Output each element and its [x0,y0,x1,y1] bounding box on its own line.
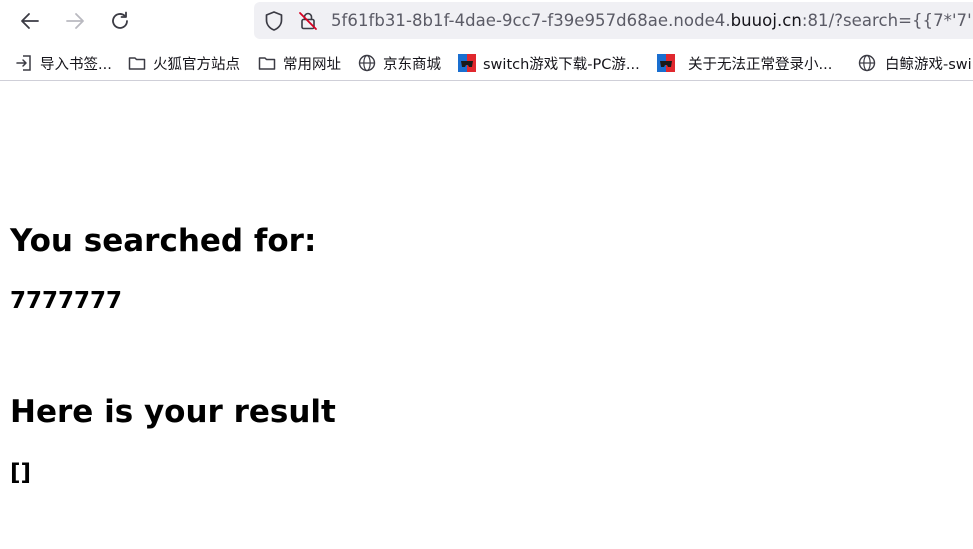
url-host: buuoj.cn [730,11,802,30]
bookmark-firefox-sites[interactable]: 火狐官方站点 [128,53,240,73]
insecure-lock-icon[interactable] [297,10,319,36]
url-suffix: :81/?search={{7*'7'}} [801,11,973,30]
forward-button[interactable] [62,8,88,34]
bookmark-login-help[interactable]: 关于无法正常登录小... [657,53,832,73]
reload-button[interactable] [107,8,133,34]
page-content: You searched for: 7777777 Here is your r… [0,81,973,549]
folder-icon [128,54,146,72]
bookmark-label: 导入书签... [40,56,112,73]
gamepad-icon [657,54,675,72]
forward-arrow-icon [66,13,84,29]
bookmark-switch-games[interactable]: switch游戏下载-PC游... [458,53,640,73]
bookmark-label: 关于无法正常登录小... [688,56,833,73]
bookmark-label: switch游戏下载-PC游... [483,56,640,73]
bookmark-jd[interactable]: 京东商城 [358,53,441,73]
globe-icon [358,54,376,72]
reload-icon [112,11,128,29]
bookmark-import[interactable]: 导入书签... [15,53,112,73]
bookmark-label: 京东商城 [383,56,441,73]
address-bar[interactable]: 5f61fb31-8b1f-4dae-9cc7-f39e957d68ae.nod… [254,2,973,39]
result-heading: Here is your result [10,394,336,430]
bookmark-label: 常用网址 [283,56,341,73]
back-button[interactable] [17,8,43,34]
search-heading: You searched for: [10,223,317,259]
bookmark-label: 火狐官方站点 [153,56,240,73]
browser-toolbar: 5f61fb31-8b1f-4dae-9cc7-f39e957d68ae.nod… [0,0,973,42]
back-arrow-icon [21,13,39,29]
shield-icon[interactable] [263,10,285,36]
bookmarks-toolbar: 导入书签... 火狐官方站点 常用网址 京东商城 switch游戏下载-PC游.… [0,46,973,81]
bookmark-common-sites[interactable]: 常用网址 [258,53,341,73]
url-prefix: 5f61fb31-8b1f-4dae-9cc7-f39e957d68ae.nod… [331,11,731,30]
result-value: [] [10,460,32,486]
gamepad-icon [458,54,476,72]
folder-icon [258,54,276,72]
bookmark-label: 白鲸游戏-swi [885,56,972,73]
bookmark-baijing-games[interactable]: 白鲸游戏-swi [858,53,972,73]
import-icon [15,54,33,72]
url-text[interactable]: 5f61fb31-8b1f-4dae-9cc7-f39e957d68ae.nod… [331,11,973,30]
globe-icon [858,54,876,72]
search-value: 7777777 [10,288,123,314]
